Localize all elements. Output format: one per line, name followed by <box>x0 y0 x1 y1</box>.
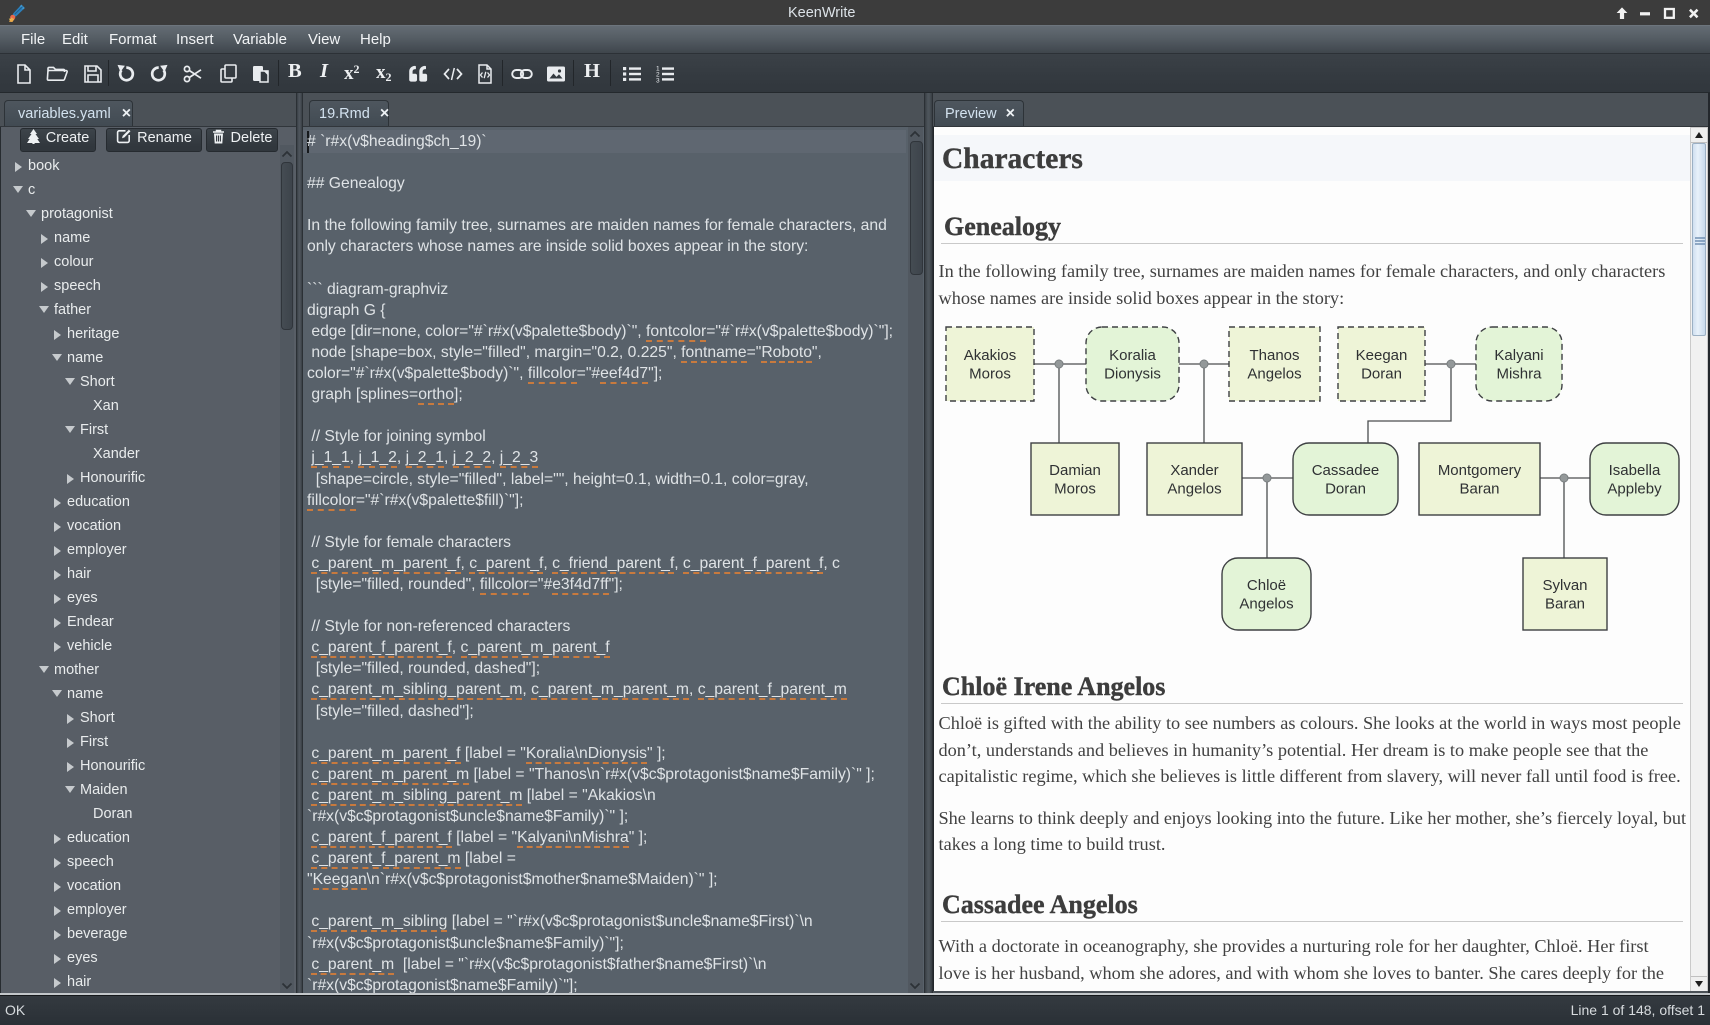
svg-text:Keegan: Keegan <box>1356 347 1408 364</box>
svg-text:Kalyani: Kalyani <box>1494 347 1543 364</box>
svg-text:Chloë: Chloë <box>1247 577 1286 594</box>
svg-text:Doran: Doran <box>1325 481 1366 498</box>
svg-text:Cassadee: Cassadee <box>1312 462 1380 479</box>
svg-text:Damian: Damian <box>1049 462 1101 479</box>
svg-text:3: 3 <box>656 77 660 84</box>
svg-text:Doran: Doran <box>1361 366 1402 383</box>
svg-text:Angelos: Angelos <box>1167 481 1221 498</box>
svg-text:Montgomery: Montgomery <box>1438 462 1522 479</box>
svg-text:Sylvan: Sylvan <box>1542 577 1587 594</box>
svg-text:Angelos: Angelos <box>1239 596 1293 613</box>
svg-text:Angelos: Angelos <box>1247 366 1301 383</box>
svg-text:Moros: Moros <box>1054 481 1096 498</box>
svg-text:Appleby: Appleby <box>1607 481 1662 498</box>
svg-text:Baran: Baran <box>1545 596 1585 613</box>
svg-text:Mishra: Mishra <box>1496 366 1542 383</box>
svg-text:Isabella: Isabella <box>1609 462 1661 479</box>
svg-text:Xander: Xander <box>1170 462 1218 479</box>
svg-text:Thanos: Thanos <box>1249 347 1299 364</box>
svg-text:Akakios: Akakios <box>964 347 1017 364</box>
svg-text:Moros: Moros <box>969 366 1011 383</box>
svg-text:Dionysis: Dionysis <box>1104 366 1161 383</box>
svg-text:Koralia: Koralia <box>1109 347 1156 364</box>
svg-text:Baran: Baran <box>1459 481 1499 498</box>
